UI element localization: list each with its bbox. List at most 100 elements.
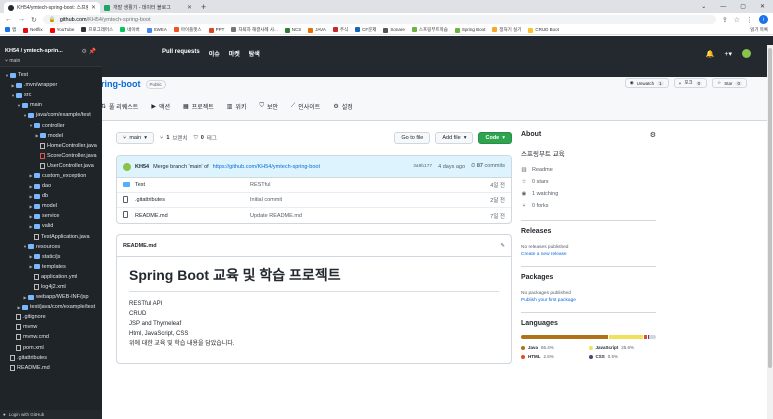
- code-button[interactable]: Code ▾: [478, 132, 512, 144]
- profile-avatar[interactable]: i: [759, 15, 768, 24]
- tab-pull-requests[interactable]: ⇅ 풀 리퀘스트: [101, 102, 138, 111]
- tree-item[interactable]: log4j2.xml: [0, 282, 102, 292]
- tree-item[interactable]: ▶ templates: [0, 262, 102, 272]
- bookmark-item[interactable]: Sonare: [383, 27, 405, 33]
- tree-item[interactable]: HomeController.java: [0, 141, 102, 151]
- tree-item[interactable]: ▶ model: [0, 131, 102, 141]
- create-release-link[interactable]: Create a new release: [521, 251, 656, 258]
- packages-title[interactable]: Packages: [521, 274, 656, 281]
- close-icon[interactable]: ✕: [760, 3, 765, 10]
- tree-item[interactable]: ▶ webapp/WEB-INF/jsp: [0, 292, 102, 302]
- bookmark-item[interactable]: 스프링부트학습: [411, 27, 448, 33]
- language-item[interactable]: JavaScript 25.6%: [588, 343, 657, 352]
- add-file-button[interactable]: Add file ▾: [435, 132, 474, 144]
- bookmark-item[interactable]: CRUD Boot: [528, 27, 559, 33]
- close-icon[interactable]: ✕: [91, 4, 96, 11]
- bookmark-item[interactable]: 네이버: [120, 27, 140, 33]
- tree-item[interactable]: ▼ controller: [0, 120, 102, 130]
- maximize-icon[interactable]: ▢: [740, 3, 746, 10]
- file-commit-message[interactable]: RESTful: [250, 182, 490, 188]
- tab-settings[interactable]: ⚙ 설정: [333, 102, 352, 111]
- tab-projects[interactable]: ▦ 프로젝트: [183, 102, 214, 111]
- tree-item[interactable]: ScoreController.java: [0, 151, 102, 161]
- tree-item[interactable]: ▼ java/com/example/test: [0, 110, 102, 120]
- bookmark-item[interactable]: 정처기 실기: [492, 27, 521, 33]
- releases-title[interactable]: Releases: [521, 228, 656, 235]
- avatar[interactable]: [123, 162, 131, 171]
- file-name[interactable]: Test: [135, 182, 250, 188]
- star-icon[interactable]: ☆: [734, 16, 740, 24]
- stars-link[interactable]: ☆ 0 stars: [521, 176, 656, 188]
- file-commit-message[interactable]: Initial commit: [250, 197, 490, 203]
- commit-hash[interactable]: 3a0b177: [413, 164, 432, 169]
- avatar[interactable]: [742, 49, 751, 58]
- tree-item[interactable]: ▶ service: [0, 211, 102, 221]
- new-tab-button[interactable]: +: [196, 2, 211, 13]
- tree-item[interactable]: ▶ model: [0, 201, 102, 211]
- bookmark-item[interactable]: YouTube: [49, 27, 74, 33]
- bell-icon[interactable]: 🔔: [706, 50, 715, 58]
- tree-item[interactable]: ▼ main: [0, 100, 102, 110]
- tree-item[interactable]: ▼ src: [0, 90, 102, 100]
- bookmark-item[interactable]: 주식: [332, 27, 348, 33]
- pin-icon[interactable]: ⚙ 📌: [81, 48, 96, 55]
- back-icon[interactable]: ←: [5, 16, 12, 23]
- table-row[interactable]: .gitattributes Initial commit 2달 전: [117, 193, 511, 208]
- bookmark-item[interactable]: 마이플랫스: [173, 27, 202, 33]
- reload-icon[interactable]: ↻: [31, 16, 37, 24]
- extensions-icon[interactable]: ⋮: [746, 16, 753, 24]
- tree-item[interactable]: .gitattributes: [0, 353, 102, 363]
- commit-author[interactable]: KH54: [135, 164, 149, 170]
- bookmark-item[interactable]: PPT: [208, 27, 224, 33]
- tree-item[interactable]: application.yml: [0, 272, 102, 282]
- bookmark-item[interactable]: JAVA: [308, 27, 326, 33]
- table-row[interactable]: Test RESTful 4일 전: [117, 178, 511, 193]
- tree-item[interactable]: mvnw: [0, 322, 102, 332]
- nav-pull-requests[interactable]: Pull requests: [162, 49, 200, 58]
- commit-link[interactable]: https://github.com/KH54/ymtech-spring-bo…: [213, 164, 320, 170]
- tree-item[interactable]: pom.xml: [0, 343, 102, 353]
- tree-item[interactable]: README.md: [0, 363, 102, 373]
- tree-item[interactable]: UserController.java: [0, 161, 102, 171]
- bookmark-item[interactable]: Spring Boot: [454, 27, 485, 33]
- tab-wiki[interactable]: ▥ 위키: [227, 102, 247, 111]
- tree-item[interactable]: mvnw.cmd: [0, 332, 102, 342]
- tree-item[interactable]: ▼ Test: [0, 70, 102, 80]
- fork-button[interactable]: ⑂ 포크 0: [673, 78, 708, 88]
- watching-link[interactable]: ◉ 1 watching: [521, 188, 656, 200]
- close-icon[interactable]: ✕: [187, 4, 192, 11]
- language-item[interactable]: HTML 2.5%: [521, 352, 589, 361]
- tree-item[interactable]: ▶ test/java/com/example/test: [0, 302, 102, 312]
- bookmark-item[interactable]: 자퇴자 해결사례 사...: [231, 27, 278, 33]
- branches-link[interactable]: ⑂ 1 브랜치: [160, 134, 188, 142]
- tree-item[interactable]: ▶ .mvn/wrapper: [0, 80, 102, 90]
- branch-select[interactable]: ⑂ main ▾: [116, 132, 154, 144]
- tab-insights[interactable]: ⟋ 인사이트: [291, 102, 320, 111]
- chevron-down-icon[interactable]: ⌄: [701, 3, 706, 10]
- tree-item[interactable]: ▶ dao: [0, 181, 102, 191]
- scrollbar-thumb[interactable]: [768, 48, 772, 368]
- bookmark-item[interactable]: Netflix: [23, 27, 43, 33]
- gear-icon[interactable]: ⚙: [650, 131, 656, 139]
- browser-tab-active[interactable]: KH54/ymtech-spring-boot: 스프링... ✕: [4, 2, 100, 13]
- file-name[interactable]: README.md: [135, 213, 250, 219]
- publish-package-link[interactable]: Publish your first package: [521, 297, 656, 304]
- sidebar-footer[interactable]: ● Login with GitHub: [0, 410, 102, 419]
- nav-issues[interactable]: 이슈: [209, 49, 220, 58]
- repo-name-link[interactable]: ring-boot: [101, 79, 141, 89]
- star-button[interactable]: ☆ Star 0: [712, 78, 747, 88]
- reading-list[interactable]: 읽기 목록: [750, 27, 768, 33]
- pencil-icon[interactable]: ✎: [500, 243, 505, 249]
- minimize-icon[interactable]: —: [720, 4, 726, 10]
- bookmark-item[interactable]: 프로그래머스: [81, 27, 113, 33]
- watch-button[interactable]: ◉ Unwatch 1: [624, 78, 669, 88]
- forward-icon[interactable]: →: [18, 16, 25, 23]
- language-item[interactable]: Java 66.4%: [521, 343, 589, 352]
- page-scrollbar[interactable]: [767, 45, 773, 419]
- tags-link[interactable]: ⛉ 0 태그: [194, 134, 217, 143]
- tree-item[interactable]: ▶ db: [0, 191, 102, 201]
- file-name[interactable]: .gitattributes: [135, 197, 250, 203]
- forks-link[interactable]: ⑂ 0 forks: [521, 200, 656, 212]
- tree-item[interactable]: ▶ valid: [0, 221, 102, 231]
- nav-marketplace[interactable]: 마켓: [229, 49, 240, 58]
